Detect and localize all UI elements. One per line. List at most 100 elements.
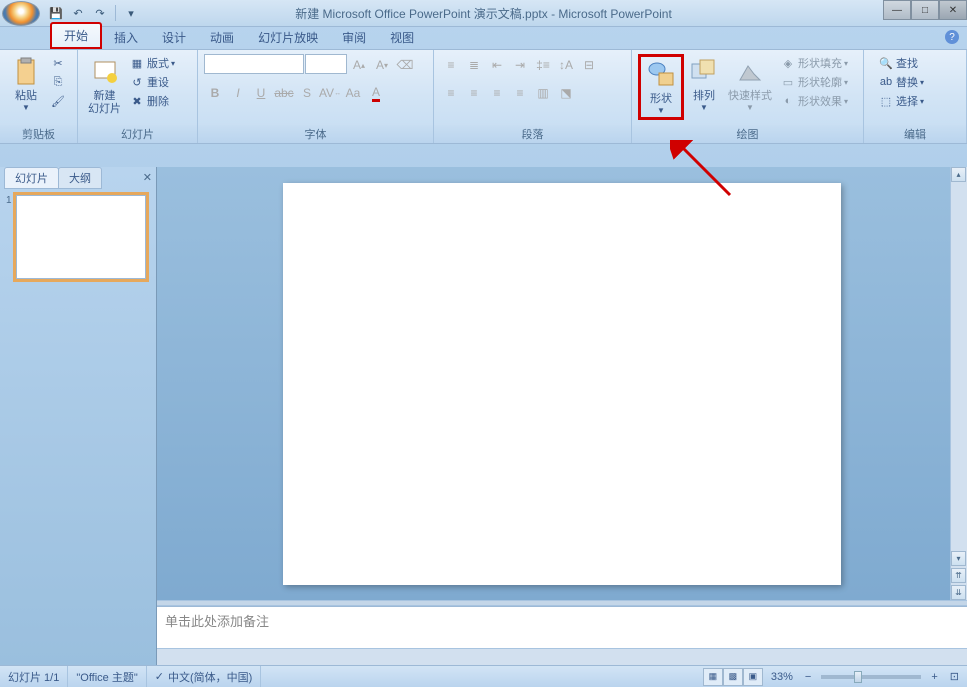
arrange-button[interactable]: 排列 ▼ <box>684 54 724 114</box>
quick-styles-button[interactable]: 快速样式 ▼ <box>724 54 776 114</box>
font-size-select[interactable] <box>305 54 347 74</box>
columns-button[interactable]: ▥ <box>532 82 554 104</box>
close-button[interactable]: ✕ <box>939 0 967 20</box>
line-spacing-button[interactable]: ‡≡ <box>532 54 554 76</box>
reset-button[interactable]: ↺重设 <box>127 73 177 91</box>
shadow-button[interactable]: S <box>296 82 318 104</box>
thumbnails-list: 1 <box>0 189 156 665</box>
zoom-thumb[interactable] <box>854 671 862 683</box>
quick-styles-icon <box>734 56 766 88</box>
align-center-button[interactable]: ≡ <box>463 82 485 104</box>
view-buttons: ▦ ▩ ▣ <box>703 668 763 686</box>
align-left-button[interactable]: ≡ <box>440 82 462 104</box>
tab-slideshow[interactable]: 幻灯片放映 <box>246 26 330 49</box>
normal-view-button[interactable]: ▦ <box>703 668 723 686</box>
font-color-button[interactable]: A <box>365 82 387 104</box>
underline-button[interactable]: U <box>250 82 272 104</box>
decrease-indent-button[interactable]: ⇤ <box>486 54 508 76</box>
sorter-view-button[interactable]: ▩ <box>723 668 743 686</box>
status-language[interactable]: ✓中文(简体，中国) <box>147 666 262 687</box>
shapes-label: 形状 <box>650 93 672 106</box>
replace-icon: ab <box>878 74 894 90</box>
effects-icon: ◐ <box>780 93 796 109</box>
shape-outline-label: 形状轮廓 <box>798 74 842 90</box>
tab-view[interactable]: 视图 <box>378 26 426 49</box>
convert-smartart-button[interactable]: ⬔ <box>555 82 577 104</box>
char-spacing-button[interactable]: AV↔ <box>319 82 341 104</box>
tab-review[interactable]: 审阅 <box>330 26 378 49</box>
layout-button[interactable]: ▦版式▾ <box>127 54 177 72</box>
shape-fill-button[interactable]: ◈形状填充▾ <box>778 54 850 72</box>
status-slide-info[interactable]: 幻灯片 1/1 <box>0 666 68 687</box>
grow-font-button[interactable]: A▴ <box>348 54 370 76</box>
italic-button[interactable]: I <box>227 82 249 104</box>
panel-close-icon[interactable]: ✕ <box>143 171 152 184</box>
redo-icon[interactable]: ↷ <box>90 3 110 23</box>
group-clipboard: 粘贴 ▼ ✂ ⎘ 🖌 剪贴板 <box>0 50 78 143</box>
format-painter-button[interactable]: 🖌 <box>48 92 70 110</box>
font-family-select[interactable] <box>204 54 304 74</box>
arrange-label: 排列 <box>693 90 715 103</box>
next-slide-icon[interactable]: ⇊ <box>951 585 966 600</box>
strikethrough-button[interactable]: abc <box>273 82 295 104</box>
tab-home[interactable]: 开始 <box>50 22 102 49</box>
maximize-button[interactable]: □ <box>911 0 939 20</box>
align-text-button[interactable]: ⊟ <box>578 54 600 76</box>
paste-button[interactable]: 粘贴 ▼ <box>6 54 46 114</box>
scissors-icon: ✂ <box>50 55 66 71</box>
status-language-label: 中文(简体，中国) <box>168 669 252 685</box>
tab-design[interactable]: 设计 <box>150 26 198 49</box>
status-theme[interactable]: "Office 主题" <box>68 666 146 687</box>
cut-button[interactable]: ✂ <box>48 54 70 72</box>
tab-animation[interactable]: 动画 <box>198 26 246 49</box>
shape-outline-button[interactable]: ▭形状轮廓▾ <box>778 73 850 91</box>
zoom-level[interactable]: 33% <box>763 666 801 687</box>
tab-outline-panel[interactable]: 大纲 <box>58 167 102 189</box>
eraser-icon: ⌫ <box>397 58 414 72</box>
align-right-button[interactable]: ≡ <box>486 82 508 104</box>
horizontal-scrollbar[interactable] <box>157 648 967 665</box>
office-button[interactable] <box>2 1 40 26</box>
fit-window-button[interactable]: ⊡ <box>942 666 967 687</box>
zoom-slider[interactable] <box>821 675 921 679</box>
scroll-down-icon[interactable]: ▾ <box>951 551 966 566</box>
scroll-up-icon[interactable]: ▴ <box>951 167 966 182</box>
slides-panel: 幻灯片 大纲 ✕ 1 <box>0 167 157 665</box>
new-slide-button[interactable]: 新建 幻灯片 <box>84 54 125 118</box>
select-button[interactable]: ⬚选择▾ <box>876 92 926 110</box>
shapes-icon <box>645 59 677 91</box>
shapes-button[interactable]: 形状 ▼ <box>638 54 684 120</box>
justify-button[interactable]: ≡ <box>509 82 531 104</box>
prev-slide-icon[interactable]: ⇈ <box>951 568 966 583</box>
shrink-font-button[interactable]: A▾ <box>371 54 393 76</box>
copy-button[interactable]: ⎘ <box>48 73 70 91</box>
tab-slides-panel[interactable]: 幻灯片 <box>4 167 59 189</box>
clear-format-button[interactable]: ⌫ <box>394 54 416 76</box>
notes-placeholder: 单击此处添加备注 <box>165 614 269 629</box>
shape-effects-button[interactable]: ◐形状效果▾ <box>778 92 850 110</box>
undo-icon[interactable]: ↶ <box>68 3 88 23</box>
vertical-scrollbar[interactable]: ▴ ▾ ⇈ ⇊ <box>950 167 967 600</box>
numbering-button[interactable]: ≣ <box>463 54 485 76</box>
bold-button[interactable]: B <box>204 82 226 104</box>
minimize-button[interactable]: — <box>883 0 911 20</box>
slide-canvas[interactable] <box>283 183 841 585</box>
zoom-in-button[interactable]: + <box>927 666 941 687</box>
replace-label: 替换 <box>896 74 918 90</box>
slideshow-view-button[interactable]: ▣ <box>743 668 763 686</box>
help-icon[interactable]: ? <box>945 30 959 44</box>
zoom-out-button[interactable]: − <box>801 666 815 687</box>
thumbnail-item[interactable]: 1 <box>6 195 150 279</box>
qat-customize-icon[interactable]: ▾ <box>121 3 141 23</box>
change-case-button[interactable]: Aa <box>342 82 364 104</box>
increase-indent-button[interactable]: ⇥ <box>509 54 531 76</box>
save-icon[interactable]: 💾 <box>46 3 66 23</box>
bullets-button[interactable]: ≡ <box>440 54 462 76</box>
delete-button[interactable]: ✖删除 <box>127 92 177 110</box>
slide-editor[interactable]: ▴ ▾ ⇈ ⇊ <box>157 167 967 600</box>
find-button[interactable]: 🔍查找 <box>876 54 926 72</box>
notes-pane[interactable]: 单击此处添加备注 <box>157 606 967 648</box>
text-direction-button[interactable]: ↕A <box>555 54 577 76</box>
tab-insert[interactable]: 插入 <box>102 26 150 49</box>
replace-button[interactable]: ab替换▾ <box>876 73 926 91</box>
